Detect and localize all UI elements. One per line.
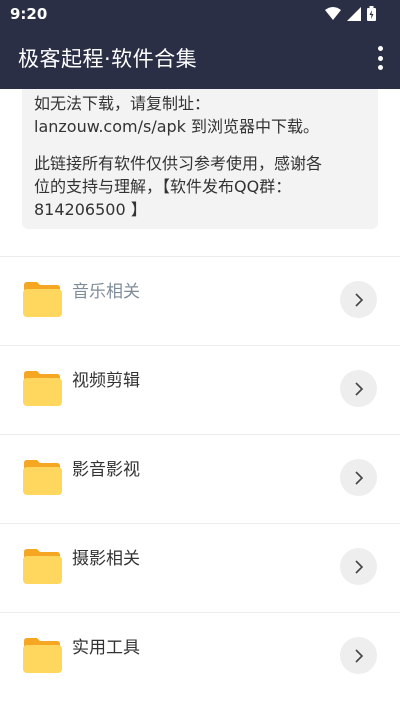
folder-icon	[23, 282, 62, 317]
category-item-tools[interactable]: 实用工具	[0, 612, 400, 701]
app-title: 极客起程·软件合集	[18, 47, 198, 71]
category-item-video-editing[interactable]: 视频剪辑	[0, 345, 400, 434]
category-item-media[interactable]: 影音影视	[0, 434, 400, 523]
notice-line-2: lanzouw.com/s/apk 到浏览器中下载。	[34, 117, 320, 136]
category-list: 音乐相关 视频剪辑 影音影视 摄影相关 实用工具	[0, 256, 400, 701]
more-vert-icon[interactable]	[376, 46, 384, 70]
chevron-right-icon[interactable]	[340, 281, 377, 318]
folder-icon	[23, 549, 62, 584]
notice-line-1: 如无法下载，请复制址：	[34, 94, 211, 113]
chevron-right-icon[interactable]	[340, 459, 377, 496]
status-icons	[325, 6, 376, 21]
category-label: 视频剪辑	[72, 371, 140, 391]
app-bar: 极客起程·软件合集	[0, 28, 400, 89]
chevron-right-icon[interactable]	[340, 370, 377, 407]
signal-icon	[347, 6, 361, 21]
notice-line-5: 814206500 】	[34, 200, 147, 219]
status-time: 9:20	[10, 5, 48, 23]
category-item-photography[interactable]: 摄影相关	[0, 523, 400, 612]
notice-line-3: 此链接所有软件仅供习参考使用，感谢各	[34, 154, 323, 173]
status-bar: 9:20	[0, 0, 400, 28]
chevron-right-icon[interactable]	[340, 637, 377, 674]
notice-card: 如无法下载，请复制址： lanzouw.com/s/apk 到浏览器中下载。 此…	[22, 89, 378, 229]
category-label: 实用工具	[72, 638, 140, 658]
chevron-right-icon[interactable]	[340, 548, 377, 585]
category-label: 摄影相关	[72, 549, 140, 569]
folder-icon	[23, 460, 62, 495]
category-item-music[interactable]: 音乐相关	[0, 256, 400, 345]
notice-line-4: 位的支持与理解，【软件发布QQ群：	[34, 177, 292, 196]
category-label: 影音影视	[72, 460, 140, 480]
folder-icon	[23, 371, 62, 406]
battery-icon	[367, 6, 376, 21]
wifi-icon	[325, 6, 341, 20]
category-label: 音乐相关	[72, 282, 140, 302]
folder-icon	[23, 638, 62, 673]
